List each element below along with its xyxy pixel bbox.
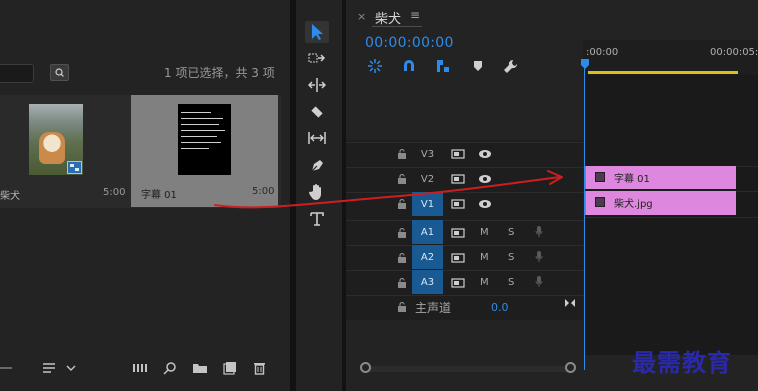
track-label-v3[interactable]: V3 bbox=[412, 142, 443, 166]
track-label-v2[interactable]: V2 bbox=[412, 167, 443, 191]
clip-label: 柴犬.jpg bbox=[614, 199, 653, 210]
master-volume-value[interactable]: 0.0 bbox=[491, 301, 509, 314]
lock-icon[interactable] bbox=[397, 149, 407, 159]
clip-name: 字幕 01 bbox=[141, 190, 177, 201]
add-marker-icon[interactable] bbox=[469, 57, 487, 75]
project-footer-toolbar bbox=[0, 356, 290, 380]
selection-tool-icon[interactable] bbox=[305, 21, 329, 43]
sync-lock-icon[interactable] bbox=[451, 199, 465, 209]
linked-selection-icon[interactable] bbox=[434, 57, 452, 75]
clip-thumbnail-title bbox=[178, 104, 231, 175]
ripple-edit-tool-icon[interactable] bbox=[305, 74, 329, 96]
playhead-handle[interactable] bbox=[581, 59, 589, 69]
wrench-settings-icon[interactable] bbox=[502, 57, 520, 75]
mute-button[interactable]: M bbox=[480, 252, 489, 263]
chevron-down-icon[interactable] bbox=[66, 364, 76, 372]
eye-icon[interactable] bbox=[478, 149, 492, 159]
fx-badge-icon bbox=[595, 172, 605, 182]
ruler-tick-label: 00:00:05:0 bbox=[710, 47, 758, 58]
track-row-a3 bbox=[346, 270, 584, 294]
clip-duration: 5:00 bbox=[252, 186, 275, 197]
microphone-icon[interactable] bbox=[535, 251, 543, 263]
new-item-icon[interactable] bbox=[223, 361, 237, 375]
solo-button[interactable]: S bbox=[508, 252, 514, 263]
work-area-bar[interactable] bbox=[588, 71, 738, 74]
track-select-forward-tool-icon[interactable] bbox=[305, 47, 329, 69]
clip-label: 字幕 01 bbox=[614, 174, 650, 185]
ruler-tick-label: :00:00 bbox=[586, 47, 619, 58]
eye-icon[interactable] bbox=[478, 199, 492, 209]
magnifier-icon bbox=[55, 68, 64, 77]
timeline-clip-title[interactable]: 字幕 01 bbox=[585, 166, 736, 189]
eye-icon[interactable] bbox=[478, 174, 492, 184]
sync-lock-icon[interactable] bbox=[451, 149, 465, 159]
sync-lock-icon[interactable] bbox=[451, 278, 465, 288]
snap-magnet-icon[interactable] bbox=[400, 57, 418, 75]
razor-tool-icon[interactable] bbox=[305, 101, 329, 123]
type-tool-icon[interactable] bbox=[305, 208, 329, 230]
lock-icon[interactable] bbox=[397, 302, 407, 312]
timeline-clip-image[interactable]: 柴犬.jpg bbox=[585, 191, 736, 215]
lock-icon[interactable] bbox=[397, 228, 407, 238]
track-content-area[interactable] bbox=[584, 75, 758, 355]
tab-underline bbox=[372, 26, 422, 27]
sequence-tab-title[interactable]: 柴犬 bbox=[375, 8, 401, 27]
clip-name: 柴犬 bbox=[0, 191, 20, 202]
lock-icon[interactable] bbox=[397, 278, 407, 288]
sequence-badge-icon bbox=[67, 161, 82, 174]
trash-icon[interactable] bbox=[253, 361, 266, 375]
scroll-zoom-handle-right[interactable] bbox=[565, 362, 576, 373]
pen-tool-icon[interactable] bbox=[305, 155, 329, 177]
lock-icon[interactable] bbox=[397, 253, 407, 263]
playhead-timecode[interactable]: 00:00:00:00 bbox=[365, 35, 454, 51]
solo-button[interactable]: S bbox=[508, 277, 514, 288]
find-icon[interactable] bbox=[163, 361, 177, 375]
zoom-slider-icon[interactable] bbox=[0, 367, 12, 369]
automate-to-sequence-icon[interactable] bbox=[132, 362, 148, 374]
track-row-v1 bbox=[346, 192, 584, 216]
search-filter-button[interactable] bbox=[50, 64, 69, 81]
track-row-a2 bbox=[346, 245, 584, 269]
solo-button[interactable]: S bbox=[508, 227, 514, 238]
master-track-label: 主声道 bbox=[415, 301, 452, 315]
track-label-a2[interactable]: A2 bbox=[412, 245, 443, 269]
hand-tool-icon[interactable] bbox=[305, 181, 329, 203]
mute-button[interactable]: M bbox=[480, 227, 489, 238]
selection-status: 1 项已选择，共 3 项 bbox=[164, 66, 275, 80]
sort-icon[interactable] bbox=[42, 362, 56, 374]
sync-lock-icon[interactable] bbox=[451, 228, 465, 238]
panel-menu-icon[interactable]: ≡ bbox=[410, 8, 420, 22]
track-label-a3[interactable]: A3 bbox=[412, 270, 443, 294]
track-row-a1 bbox=[346, 220, 584, 244]
track-row-master bbox=[346, 295, 584, 319]
watermark-logo: 最需教育 bbox=[632, 349, 732, 377]
clip-duration: 5:00 bbox=[103, 187, 126, 198]
sync-lock-icon[interactable] bbox=[451, 174, 465, 184]
go-to-end-icon[interactable] bbox=[564, 298, 576, 308]
slip-tool-icon[interactable] bbox=[305, 127, 329, 149]
close-tab-icon[interactable]: × bbox=[357, 10, 366, 23]
track-label-v1[interactable]: V1 bbox=[412, 192, 443, 216]
lock-icon[interactable] bbox=[397, 174, 407, 184]
tools-panel bbox=[296, 0, 342, 391]
microphone-icon[interactable] bbox=[535, 226, 543, 238]
track-row-v2 bbox=[346, 167, 584, 191]
track-label-a1[interactable]: A1 bbox=[412, 220, 443, 244]
mute-button[interactable]: M bbox=[480, 277, 489, 288]
nest-toggle-icon[interactable] bbox=[366, 57, 384, 75]
fx-badge-icon bbox=[595, 197, 605, 207]
microphone-icon[interactable] bbox=[535, 276, 543, 288]
sync-lock-icon[interactable] bbox=[451, 253, 465, 263]
scroll-zoom-handle-left[interactable] bbox=[360, 362, 371, 373]
track-separator bbox=[584, 217, 758, 218]
playhead-line[interactable] bbox=[584, 60, 585, 370]
new-bin-icon[interactable] bbox=[192, 362, 208, 374]
project-search-input[interactable] bbox=[0, 64, 34, 83]
track-row-v3 bbox=[346, 142, 584, 166]
lock-icon[interactable] bbox=[397, 199, 407, 209]
horizontal-scrollbar[interactable] bbox=[363, 366, 573, 372]
